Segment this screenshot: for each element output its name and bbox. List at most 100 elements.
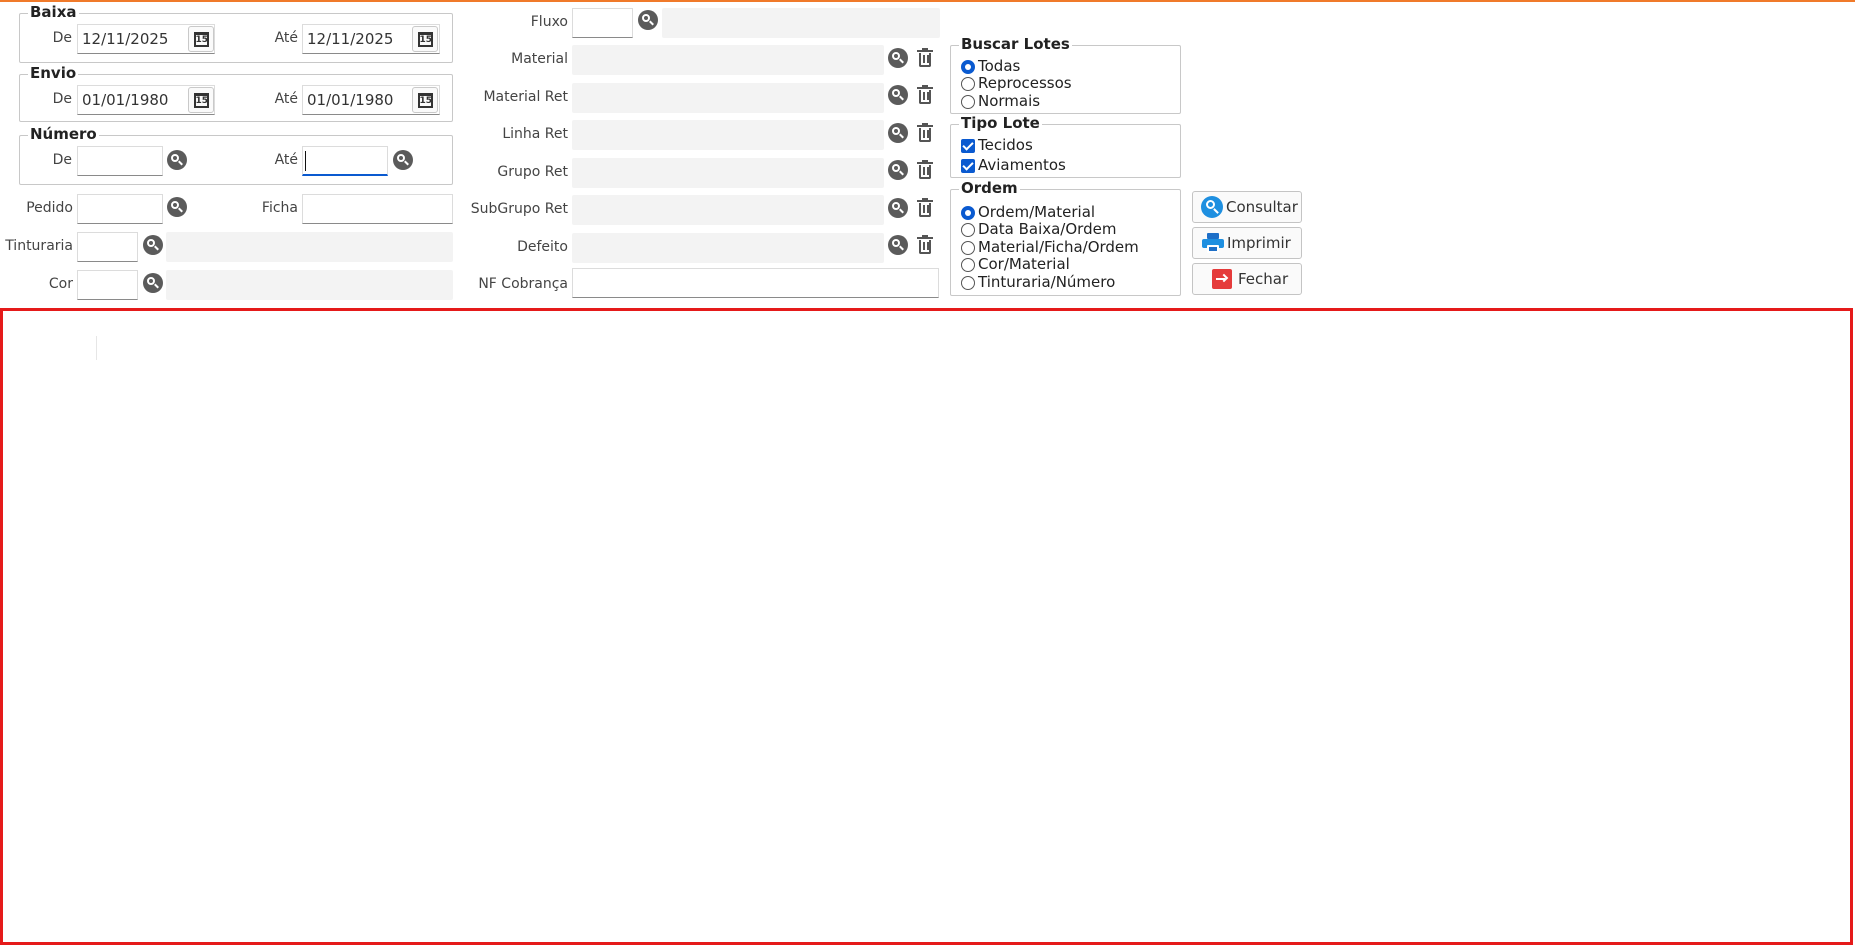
numero-ate-input[interactable] (302, 146, 388, 176)
printer-icon (1201, 232, 1225, 254)
cor-search-icon[interactable] (143, 273, 163, 293)
cor-material-radio[interactable]: Cor/Material (961, 256, 1070, 273)
nf-cobranca-input[interactable] (572, 268, 939, 298)
material-trash-icon[interactable] (916, 48, 934, 68)
linha-ret-label: Linha Ret (502, 126, 568, 142)
fluxo-description (662, 8, 940, 38)
pedido-label: Pedido (26, 200, 73, 216)
tinturaria-label: Tinturaria (5, 238, 73, 254)
baixa-de-calendar-button[interactable]: 15 (188, 26, 214, 52)
grupo-ret-trash-icon[interactable] (916, 160, 934, 180)
baixa-ate-calendar-button[interactable]: 15 (412, 26, 438, 52)
tinturaria-description (166, 232, 453, 262)
nf-cobranca-label: NF Cobrança (478, 276, 568, 292)
tinturaria-search-icon[interactable] (143, 235, 163, 255)
defeito-search-icon[interactable] (888, 235, 908, 255)
material-search-icon[interactable] (888, 48, 908, 68)
data-baixa-ordem-radio[interactable]: Data Baixa/Ordem (961, 221, 1116, 238)
subgrupo-ret-search-icon[interactable] (888, 198, 908, 218)
envio-title: Envio (28, 64, 79, 82)
tinturaria-input[interactable] (77, 232, 138, 262)
ordem-material-label: Ordem/Material (978, 203, 1096, 221)
tecidos-label: Tecidos (978, 136, 1033, 154)
exit-icon (1212, 269, 1232, 289)
calendar-icon: 15 (417, 92, 433, 108)
buscar-reprocessos-label: Reprocessos (978, 74, 1072, 92)
linha-ret-search-icon[interactable] (888, 123, 908, 143)
envio-ate-label: Até (274, 91, 298, 107)
grid-column-divider (96, 336, 97, 360)
subgrupo-ret-label: SubGrupo Ret (470, 201, 568, 217)
buscar-reprocessos-radio[interactable]: Reprocessos (961, 75, 1072, 92)
tipo-lote-title: Tipo Lote (959, 114, 1042, 132)
material-field (572, 45, 884, 75)
tinturaria-numero-label: Tinturaria/Número (978, 273, 1116, 291)
buscar-todas-radio[interactable]: Todas (961, 58, 1020, 75)
numero-de-input[interactable] (77, 146, 163, 176)
consultar-button[interactable]: Consultar (1192, 191, 1302, 223)
fluxo-input[interactable] (572, 8, 633, 38)
radio-selected-icon (961, 205, 975, 220)
buscar-lotes-title: Buscar Lotes (959, 35, 1072, 53)
defeito-field (572, 233, 884, 263)
linha-ret-trash-icon[interactable] (916, 123, 934, 143)
pedido-input[interactable] (77, 194, 163, 224)
results-grid[interactable] (0, 308, 1853, 945)
subgrupo-ret-field (572, 195, 884, 225)
fechar-button[interactable]: Fechar (1192, 263, 1302, 295)
fluxo-search-icon[interactable] (638, 10, 658, 30)
tecidos-checkbox[interactable]: Tecidos (961, 137, 1033, 154)
cor-description (166, 270, 453, 300)
grupo-ret-label: Grupo Ret (497, 164, 568, 180)
cor-input[interactable] (77, 270, 138, 300)
material-ret-trash-icon[interactable] (916, 85, 934, 105)
grupo-ret-field (572, 158, 884, 188)
envio-ate-calendar-button[interactable]: 15 (412, 87, 438, 113)
material-label: Material (511, 51, 568, 67)
baixa-ate-label: Até (274, 30, 298, 46)
checkbox-checked-icon (961, 158, 975, 173)
consultar-label: Consultar (1226, 198, 1298, 216)
defeito-label: Defeito (517, 239, 568, 255)
numero-de-label: De (52, 152, 72, 168)
calendar-icon: 15 (193, 92, 209, 108)
material-ficha-ordem-label: Material/Ficha/Ordem (978, 238, 1139, 256)
defeito-trash-icon[interactable] (916, 235, 934, 255)
envio-de-calendar-button[interactable]: 15 (188, 87, 214, 113)
subgrupo-ret-trash-icon[interactable] (916, 198, 934, 218)
ficha-input[interactable] (302, 194, 453, 224)
radio-unselected-icon (961, 76, 975, 91)
numero-ate-search-icon[interactable] (393, 150, 413, 170)
linha-ret-field (572, 120, 884, 150)
pedido-search-icon[interactable] (167, 197, 187, 217)
buscar-todas-label: Todas (978, 57, 1021, 75)
radio-selected-icon (961, 59, 975, 74)
top-accent-line (0, 0, 1855, 2)
text-cursor (305, 151, 306, 171)
imprimir-button[interactable]: Imprimir (1192, 227, 1302, 259)
radio-unselected-icon (961, 94, 975, 109)
radio-unselected-icon (961, 240, 975, 255)
numero-de-search-icon[interactable] (167, 150, 187, 170)
data-baixa-ordem-label: Data Baixa/Ordem (978, 220, 1117, 238)
numero-title: Número (28, 125, 99, 143)
baixa-title: Baixa (28, 3, 79, 21)
fluxo-label: Fluxo (530, 14, 568, 30)
buscar-normais-radio[interactable]: Normais (961, 93, 1040, 110)
ordem-material-radio[interactable]: Ordem/Material (961, 204, 1095, 221)
calendar-icon: 15 (417, 31, 433, 47)
numero-ate-label: Até (274, 152, 298, 168)
aviamentos-checkbox[interactable]: Aviamentos (961, 157, 1066, 174)
tinturaria-numero-radio[interactable]: Tinturaria/Número (961, 274, 1115, 291)
fechar-label: Fechar (1238, 270, 1289, 288)
material-ret-search-icon[interactable] (888, 85, 908, 105)
cor-label: Cor (48, 276, 73, 292)
cor-material-label: Cor/Material (978, 255, 1070, 273)
checkbox-checked-icon (961, 138, 975, 153)
grupo-ret-search-icon[interactable] (888, 160, 908, 180)
material-ret-label: Material Ret (483, 89, 568, 105)
imprimir-label: Imprimir (1227, 234, 1291, 252)
envio-de-label: De (52, 91, 72, 107)
material-ficha-ordem-radio[interactable]: Material/Ficha/Ordem (961, 239, 1139, 256)
baixa-de-label: De (52, 30, 72, 46)
